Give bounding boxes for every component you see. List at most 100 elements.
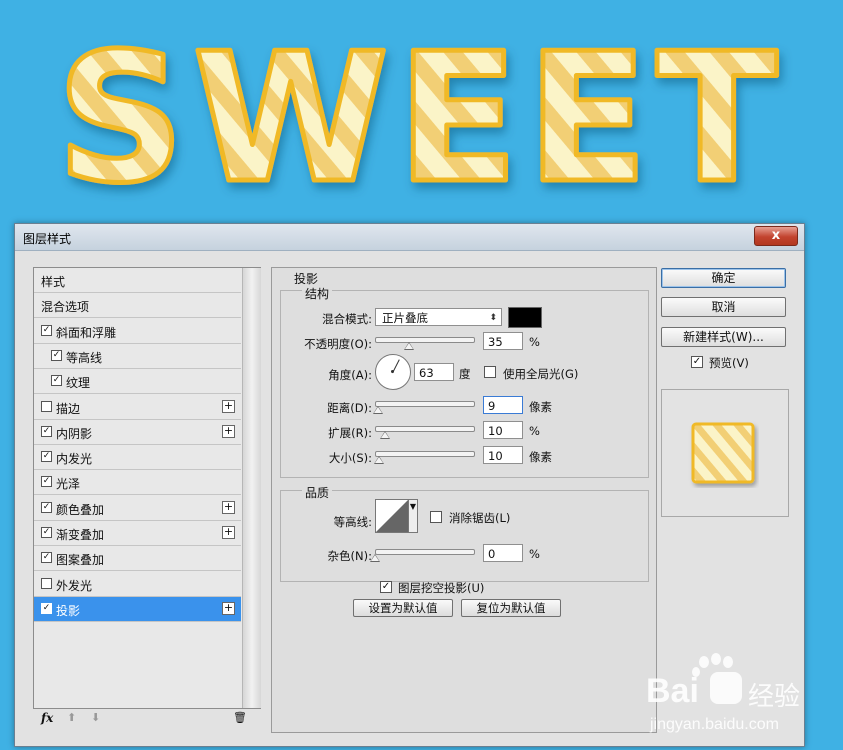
style-list-label: 描边 [56,401,81,416]
quality-group [280,490,649,582]
watermark-brand-suffix: 经验 [748,682,801,712]
dialog-title: 图层样式 [23,232,72,246]
add-effect-icon[interactable]: + [222,526,235,539]
contour-preview-icon [376,500,408,532]
noise-slider-thumb[interactable] [370,554,380,562]
style-checkbox[interactable]: ✓ [41,552,52,564]
global-light-checkbox[interactable] [484,366,496,378]
quality-title: 品质 [302,484,333,501]
style-checkbox[interactable]: ✓ [41,451,52,463]
size-input[interactable]: 10 [483,446,523,464]
angle-dial-center [391,370,394,373]
contour-dropdown-arrow-icon[interactable]: ▼ [408,499,418,533]
style-list-item[interactable]: 样式 [34,268,241,293]
title-bar[interactable]: 图层样式 x [15,224,804,251]
add-effect-icon[interactable]: + [222,500,235,514]
reset-default-button[interactable]: 复位为默认值 [461,599,561,617]
close-icon: x [771,228,781,243]
style-list-label: 等高线 [66,350,103,365]
style-checkbox[interactable] [41,400,52,412]
style-checkbox[interactable]: ✓ [51,375,62,387]
style-list-label: 内阴影 [56,426,93,441]
size-unit: 像素 [529,450,552,464]
cancel-button[interactable]: 取消 [661,297,786,317]
style-list-label: 纹理 [66,376,91,391]
drop-shadow-panel: 投影 结构 混合模式: 正片叠底 ⬍ 不透明度(O): 35 % 角度(A): … [271,267,657,733]
style-list-label: 渐变叠加 [56,528,105,542]
blend-mode-value: 正片叠底 [382,311,428,325]
spread-slider-thumb[interactable] [379,431,390,439]
style-list-item[interactable]: ✓ 光泽 [34,470,241,496]
add-effect-icon[interactable]: + [222,399,235,413]
style-list-item[interactable]: ✓ 内发光 [34,445,241,471]
angle-unit: 度 [459,367,471,381]
select-arrows-icon: ⬍ [489,313,497,323]
style-list-item[interactable]: ✓ 投影 + [34,596,241,622]
blend-mode-select[interactable]: 正片叠底 ⬍ [375,308,502,326]
noise-input[interactable]: 0 [483,544,523,562]
style-checkbox[interactable]: ✓ [41,527,52,538]
close-button[interactable]: x [754,226,798,246]
preview-thumbnail [691,422,755,484]
new-style-button[interactable]: 新建样式(W)... [661,327,786,347]
watermark-brand: Bai [646,672,699,710]
style-list-item[interactable]: 外发光 [34,571,241,597]
noise-slider-track[interactable] [375,549,475,555]
opacity-label: 不透明度(O): [304,337,372,351]
ok-button[interactable]: 确定 [661,268,786,288]
style-list-item[interactable]: ✓ 图案叠加 [34,546,241,572]
style-list-item[interactable]: ✓ 颜色叠加 + [34,495,241,521]
style-list-item[interactable]: ✓ 斜面和浮雕 [34,318,241,344]
trash-icon[interactable]: 🗑 [233,711,247,724]
style-checkbox[interactable]: ✓ [51,349,62,361]
style-checkbox[interactable]: ✓ [41,425,52,437]
style-list-item[interactable]: ✓ 渐变叠加 + [34,521,241,546]
set-default-button[interactable]: 设置为默认值 [353,599,453,617]
style-list-item[interactable]: 混合选项 [34,293,241,319]
preview-checkbox[interactable]: ✓ [691,356,703,368]
angle-input[interactable]: 63 [414,363,454,381]
distance-unit: 像素 [529,400,552,414]
move-up-icon[interactable]: ⬆ [67,711,76,724]
style-list-label: 内发光 [56,452,93,467]
style-list-item[interactable]: 描边 + [34,394,241,420]
style-list: 样式 混合选项 ✓ 斜面和浮雕 ✓ 等高线 ✓ 纹理 描边 + ✓ 内阴影 + ✓ 内发光 ✓ 光泽 ✓ 颜色叠加 +… [33,267,261,709]
angle-dial[interactable] [375,354,411,390]
size-slider-thumb[interactable] [373,456,384,464]
banner-title: SWEET [56,15,785,222]
global-light-label: 使用全局光(G) [503,367,579,381]
antialias-checkbox[interactable] [430,511,442,523]
distance-slider-track[interactable] [375,401,475,407]
distance-slider-thumb[interactable] [372,406,383,414]
opacity-slider-thumb[interactable] [404,342,415,350]
contour-picker[interactable] [375,499,409,533]
style-list-item[interactable]: ✓ 纹理 [34,369,241,395]
add-effect-icon[interactable]: + [222,601,235,615]
style-checkbox[interactable]: ✓ [41,324,52,336]
style-list-label: 外发光 [56,578,93,593]
preview-label: 预览(V) [709,356,749,370]
style-list-item[interactable]: ✓ 等高线 [34,343,241,369]
style-list-item[interactable]: ✓ 内阴影 + [34,419,241,445]
opacity-input[interactable]: 35 [483,332,523,350]
style-checkbox[interactable]: ✓ [41,501,52,513]
blend-color-swatch[interactable] [508,307,542,328]
add-effect-icon[interactable]: + [222,424,235,438]
spread-slider-track[interactable] [375,426,475,432]
style-checkbox[interactable]: ✓ [41,602,52,614]
distance-input[interactable]: 9 [483,396,523,414]
size-slider-track[interactable] [375,451,475,457]
opacity-unit: % [529,335,540,349]
move-down-icon[interactable]: ⬇ [91,711,100,724]
knockout-checkbox[interactable]: ✓ [380,581,392,593]
baidu-jingyan-watermark: Bai 经验 jingyan.baidu.com [644,650,834,742]
style-list-label: 混合选项 [41,300,90,315]
style-list-scrollbar[interactable] [242,268,261,708]
style-checkbox[interactable]: ✓ [41,476,52,488]
opacity-slider-track[interactable] [375,337,475,343]
fx-icon[interactable]: fx [41,711,53,725]
knockout-label: 图层挖空投影(U) [398,581,485,595]
style-list-label: 样式 [41,275,66,289]
style-checkbox[interactable] [41,577,52,589]
spread-input[interactable]: 10 [483,421,523,439]
